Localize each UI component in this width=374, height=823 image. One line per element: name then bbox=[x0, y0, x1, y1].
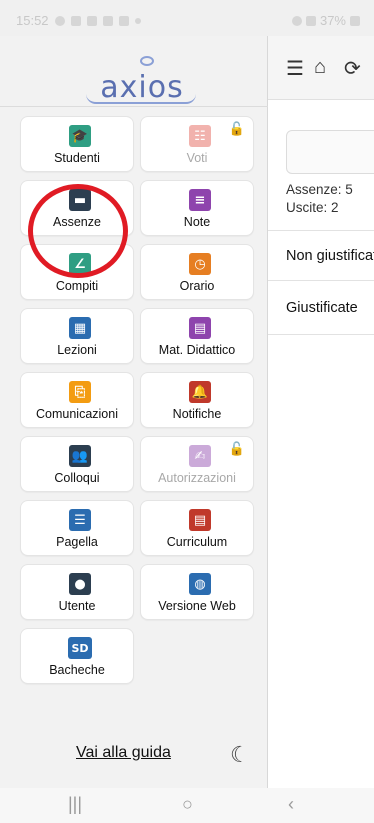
tile-pagella[interactable]: ☰ Pagella bbox=[20, 500, 134, 556]
lock-icon: 🔓 bbox=[228, 441, 245, 456]
tile-label: Versione Web bbox=[158, 599, 236, 613]
tile-label: Note bbox=[183, 215, 211, 229]
battery-icon bbox=[350, 15, 360, 26]
tile-colloqui[interactable]: 👥 Colloqui bbox=[20, 436, 134, 492]
dark-mode-moon-icon[interactable]: ☾ bbox=[230, 742, 250, 768]
tile-versione-web[interactable]: ◍ Versione Web bbox=[140, 564, 254, 620]
lock-icon: 🔓 bbox=[228, 121, 245, 136]
tile-studenti[interactable]: 🎓 Studenti bbox=[20, 116, 134, 172]
back-icon[interactable]: ‹ bbox=[288, 794, 294, 815]
tile-label: Curriculum bbox=[166, 535, 228, 549]
curriculum-icon: ▤ bbox=[189, 509, 211, 531]
tile-mat-didattico[interactable]: ▤ Mat. Didattico bbox=[140, 308, 254, 364]
toolbar: ☰ ⌂ ⟳ bbox=[268, 36, 374, 100]
tile-label: Bacheche bbox=[49, 663, 105, 677]
signal-icon bbox=[305, 15, 316, 26]
status-time: 15:52 bbox=[16, 13, 49, 28]
uscite-count: Uscite: 2 bbox=[286, 200, 339, 215]
tile-label: Voti bbox=[186, 151, 208, 165]
tile-label: Compiti bbox=[55, 279, 99, 293]
tile-label: Notifiche bbox=[172, 407, 222, 421]
tile-label: Orario bbox=[179, 279, 215, 293]
divider bbox=[268, 334, 374, 335]
tile-lezioni[interactable]: ▦ Lezioni bbox=[20, 308, 134, 364]
people-icon: 👥 bbox=[69, 445, 91, 467]
refresh-icon[interactable]: ⟳ bbox=[344, 56, 361, 81]
tile-label: Mat. Didattico bbox=[158, 343, 236, 357]
system-nav-bar: ||| ○ ‹ bbox=[0, 788, 374, 823]
status-left: 15:52 bbox=[16, 13, 141, 28]
main-content: ☰ ⌂ ⟳ Assenze: 5 Uscite: 2 Non giustific… bbox=[268, 36, 374, 788]
tile-autorizzazioni[interactable]: ✍ Autorizzazioni 🔓 bbox=[140, 436, 254, 492]
tile-label: Comunicazioni bbox=[36, 407, 118, 421]
home-button-icon[interactable]: ○ bbox=[182, 794, 193, 815]
signature-icon: ✍ bbox=[189, 445, 211, 467]
tile-bacheche[interactable]: SD Bacheche bbox=[20, 628, 134, 684]
bell-icon: 🔔 bbox=[189, 381, 211, 403]
home-icon[interactable]: ⌂ bbox=[314, 56, 326, 79]
lesson-board-icon: ▦ bbox=[69, 317, 91, 339]
gradebook-icon: ☷ bbox=[189, 125, 211, 147]
notification-icon bbox=[54, 15, 65, 26]
divider bbox=[268, 230, 374, 231]
status-bar: 15:52 37% bbox=[0, 0, 374, 36]
row-non-giustificate[interactable]: Non giustificate bbox=[286, 248, 374, 264]
clock-icon: ◷ bbox=[189, 253, 211, 275]
tile-label: Studenti bbox=[54, 151, 100, 165]
tile-notifiche[interactable]: 🔔 Notifiche bbox=[140, 372, 254, 428]
gallery-icon bbox=[118, 15, 129, 26]
menu-icon[interactable]: ☰ bbox=[286, 56, 304, 81]
wifi-icon bbox=[291, 15, 302, 26]
tile-label: Utente bbox=[58, 599, 96, 613]
navigation-drawer: axios 🎓 Studenti ☷ Voti 🔓 ▬ Assenze ≡ Note ∠ Compi… bbox=[0, 36, 268, 788]
tile-label: Colloqui bbox=[54, 471, 100, 485]
battery-percent: 37% bbox=[319, 13, 346, 28]
pdf-icon: ⎘ bbox=[69, 381, 91, 403]
guide-link[interactable]: Vai alla guida bbox=[76, 744, 171, 762]
assenze-count: Assenze: 5 bbox=[286, 182, 353, 197]
globe-icon: ◍ bbox=[189, 573, 211, 595]
filter-box[interactable] bbox=[286, 130, 374, 174]
app-logo: axios bbox=[78, 50, 206, 106]
tile-voti[interactable]: ☷ Voti 🔓 bbox=[140, 116, 254, 172]
logo-swoosh-icon bbox=[86, 94, 196, 104]
books-icon: ▤ bbox=[189, 317, 211, 339]
user-icon: ● bbox=[69, 573, 91, 595]
note-icon: ≡ bbox=[189, 189, 211, 211]
highlight-circle-annotation bbox=[28, 184, 128, 278]
divider bbox=[0, 106, 268, 107]
tile-curriculum[interactable]: ▤ Curriculum bbox=[140, 500, 254, 556]
tile-label: Lezioni bbox=[57, 343, 97, 357]
tile-label: Autorizzazioni bbox=[158, 471, 236, 485]
logo-ring-icon bbox=[140, 56, 154, 66]
tile-orario[interactable]: ◷ Orario bbox=[140, 244, 254, 300]
graduation-cap-icon: 🎓 bbox=[69, 125, 91, 147]
app-icon bbox=[102, 15, 113, 26]
app-icon bbox=[70, 15, 81, 26]
status-right: 37% bbox=[291, 13, 360, 28]
tile-comunicazioni[interactable]: ⎘ Comunicazioni bbox=[20, 372, 134, 428]
calendar-icon bbox=[86, 15, 97, 26]
divider bbox=[268, 280, 374, 281]
tile-label: Pagella bbox=[56, 535, 98, 549]
sd-icon: SD bbox=[68, 637, 92, 659]
recent-apps-icon[interactable]: ||| bbox=[68, 794, 82, 815]
tile-utente[interactable]: ● Utente bbox=[20, 564, 134, 620]
tile-note[interactable]: ≡ Note bbox=[140, 180, 254, 236]
dot-icon bbox=[134, 17, 141, 24]
row-giustificate[interactable]: Giustificate bbox=[286, 300, 358, 316]
report-card-icon: ☰ bbox=[69, 509, 91, 531]
